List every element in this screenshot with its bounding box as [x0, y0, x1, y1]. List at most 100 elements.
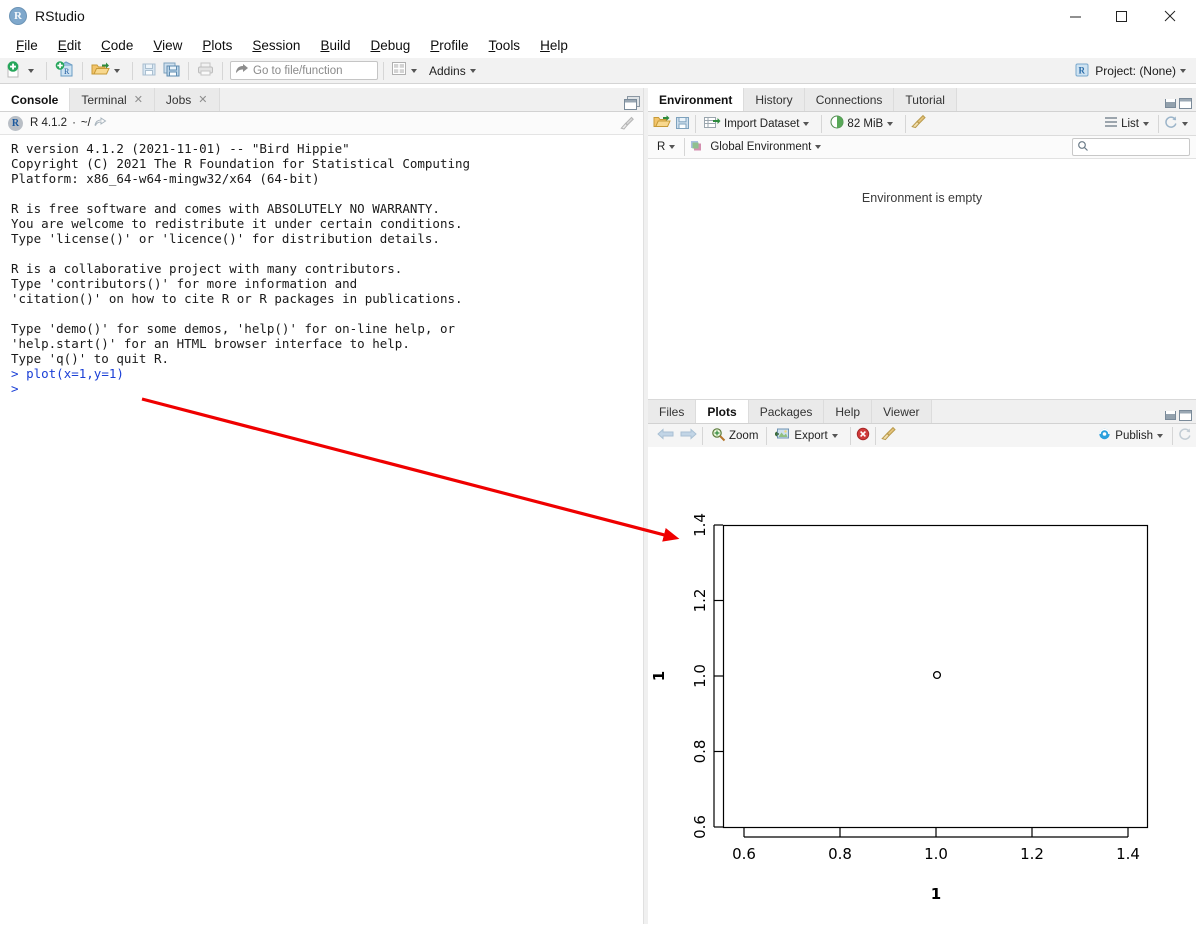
open-file-button[interactable] [88, 60, 127, 82]
toolbar-divider [1172, 426, 1173, 445]
environment-pane: Environment History Connections Tutorial [648, 88, 1196, 400]
menu-profile[interactable]: Profile [420, 35, 478, 56]
plot-y-axis [713, 524, 723, 828]
language-caret-icon[interactable] [669, 145, 676, 149]
goto-file-function-input[interactable]: Go to file/function [230, 61, 378, 80]
console-output-area[interactable]: R version 4.1.2 (2021-11-01) -- "Bird Hi… [0, 135, 643, 924]
memory-caret-icon[interactable] [887, 121, 894, 126]
plots-pane-tabbar: Files Plots Packages Help Viewer [648, 400, 1196, 424]
new-project-button[interactable]: R [52, 60, 77, 82]
save-all-button[interactable] [160, 60, 183, 82]
menu-file[interactable]: File [6, 35, 48, 56]
panes-caret-icon[interactable] [411, 68, 417, 73]
broom-clear-icon[interactable] [620, 116, 635, 134]
toolbar-divider [383, 61, 384, 80]
toolbar-divider [222, 61, 223, 80]
export-plot-button[interactable]: Export [772, 425, 844, 447]
workspace-panes-button[interactable] [389, 60, 424, 82]
menu-plots[interactable]: Plots [192, 35, 242, 56]
tab-terminal[interactable]: Terminal ✕ [70, 88, 155, 111]
list-view-icon[interactable] [1104, 116, 1118, 131]
zoom-plot-button[interactable]: Zoom [708, 425, 761, 447]
menu-code[interactable]: Code [91, 35, 143, 56]
new-file-button[interactable] [4, 60, 41, 82]
tab-environment[interactable]: Environment [648, 88, 745, 111]
close-icon[interactable]: ✕ [198, 93, 207, 106]
remove-plot-icon[interactable] [856, 427, 870, 444]
project-selector[interactable]: R Project: (None) [1075, 60, 1190, 82]
window-minimize-button[interactable] [1052, 0, 1098, 32]
refresh-icon[interactable] [1164, 115, 1178, 132]
tab-plots[interactable]: Plots [696, 400, 749, 423]
open-file-caret-icon[interactable] [114, 68, 120, 73]
export-image-icon [774, 427, 791, 444]
maximize-pane-icon[interactable] [1179, 410, 1192, 421]
export-caret-icon[interactable] [831, 433, 838, 438]
refresh-caret-icon[interactable] [1182, 121, 1188, 126]
tab-viewer[interactable]: Viewer [872, 400, 932, 423]
menu-tools[interactable]: Tools [479, 35, 531, 56]
menu-help[interactable]: Help [530, 35, 578, 56]
environment-search-input[interactable] [1072, 138, 1190, 156]
console-pane-tools [624, 96, 640, 110]
menu-edit[interactable]: Edit [48, 35, 91, 56]
show-in-new-window-icon[interactable] [94, 116, 107, 131]
import-dataset-button[interactable]: Import Dataset [701, 113, 816, 135]
tab-jobs[interactable]: Jobs ✕ [154, 88, 220, 111]
print-button[interactable] [194, 60, 217, 82]
import-dataset-caret-icon[interactable] [803, 121, 810, 126]
minimize-pane-icon[interactable] [1165, 99, 1176, 108]
new-file-caret-icon[interactable] [28, 68, 34, 73]
main-toolbar: R Go to file/function Addins R Project: … [0, 58, 1196, 84]
tab-help[interactable]: Help [824, 400, 873, 423]
window-close-button[interactable] [1144, 0, 1196, 32]
addins-label: Addins [429, 63, 466, 78]
scope-caret-icon[interactable] [815, 145, 822, 149]
list-view-caret-icon[interactable] [1143, 121, 1149, 126]
arrow-right-icon[interactable] [680, 427, 697, 444]
console-command-line: > plot(x=1,y=1) [11, 366, 643, 381]
tab-connections[interactable]: Connections [804, 88, 895, 111]
save-icon[interactable] [675, 115, 690, 133]
maximize-pane-icon[interactable] [1179, 98, 1192, 109]
toolbar-divider [874, 426, 876, 445]
publish-caret-icon[interactable] [1157, 433, 1163, 438]
save-button[interactable] [138, 60, 160, 82]
tab-packages-label: Packages [759, 404, 813, 419]
restore-pane-icon[interactable] [624, 96, 640, 110]
refresh-icon[interactable] [1178, 427, 1192, 444]
menu-debug[interactable]: Debug [360, 35, 420, 56]
project-caret-icon[interactable] [1180, 69, 1186, 73]
menu-build[interactable]: Build [310, 35, 360, 56]
toolbar-divider [46, 61, 47, 80]
memory-usage-label: 82 MiB [847, 117, 884, 130]
broom-clear-icon[interactable] [911, 114, 927, 133]
addins-button[interactable]: Addins [424, 60, 483, 82]
close-icon[interactable]: ✕ [134, 93, 143, 106]
menu-view[interactable]: View [143, 35, 192, 56]
addins-caret-icon[interactable] [469, 68, 476, 73]
minimize-pane-icon[interactable] [1165, 411, 1176, 420]
console-pane-tabbar: Console Terminal ✕ Jobs ✕ [0, 88, 643, 112]
open-folder-icon[interactable] [653, 114, 671, 133]
broom-clear-icon[interactable] [880, 426, 897, 445]
arrow-left-icon[interactable] [657, 427, 674, 444]
export-plot-label: Export [794, 429, 828, 442]
tab-files[interactable]: Files [648, 400, 697, 423]
tab-packages[interactable]: Packages [748, 400, 825, 423]
project-label: Project: (None) [1095, 64, 1176, 78]
zoom-plot-label: Zoom [729, 429, 759, 442]
console-header: R R 4.1.2 · ~/ [0, 112, 643, 135]
menu-session[interactable]: Session [242, 35, 310, 56]
toolbar-divider [695, 114, 696, 133]
plot-x-axis [743, 828, 1129, 838]
tab-history[interactable]: History [744, 88, 805, 111]
console-active-prompt[interactable]: > [11, 381, 643, 396]
memory-usage-button[interactable]: 82 MiB [827, 113, 900, 135]
print-icon [197, 61, 214, 80]
window-maximize-button[interactable] [1098, 0, 1144, 32]
save-icon [141, 61, 157, 80]
tab-console[interactable]: Console [0, 88, 71, 111]
tab-tutorial[interactable]: Tutorial [894, 88, 957, 111]
plot-display-area[interactable]: 0.6 0.8 1.0 1.2 1.4 1 0.6 0.8 1.0 1.2 1.… [648, 447, 1196, 924]
